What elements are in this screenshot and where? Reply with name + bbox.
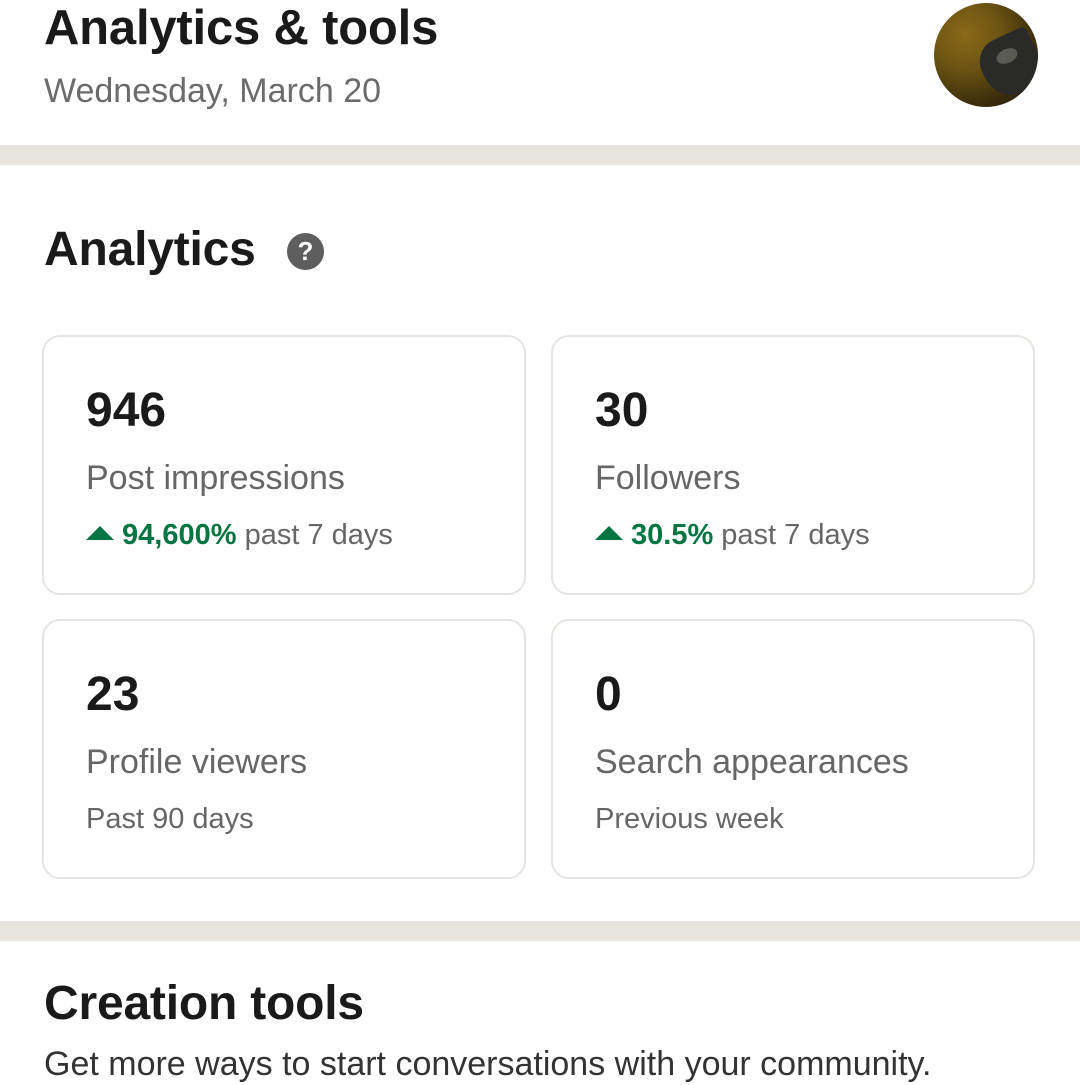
creation-tools-title: Creation tools xyxy=(44,977,364,1030)
card-label: Followers xyxy=(595,459,741,497)
card-period: past 7 days xyxy=(244,519,393,551)
page-title: Analytics & tools xyxy=(44,1,439,55)
card-value: 30 xyxy=(595,384,649,437)
card-trend-line: 94,600% past 7 days xyxy=(86,517,393,553)
section-divider xyxy=(0,145,1080,165)
analytics-card-search-appearances[interactable]: 0 Search appearances Previous week xyxy=(551,619,1035,879)
card-period: Previous week xyxy=(595,803,784,835)
card-label: Search appearances xyxy=(595,743,909,781)
card-trend-line: 30.5% past 7 days xyxy=(595,517,870,553)
card-trend-value: 30.5% xyxy=(631,519,714,551)
question-circle-icon[interactable]: ? xyxy=(287,233,324,270)
card-value: 946 xyxy=(86,384,167,437)
analytics-section-title: Analytics xyxy=(44,223,256,276)
trend-up-icon xyxy=(86,526,114,540)
analytics-card-followers[interactable]: 30 Followers 30.5% past 7 days xyxy=(551,335,1035,595)
card-label: Post impressions xyxy=(86,459,345,497)
card-trend-value: 94,600% xyxy=(122,519,237,551)
card-value: 0 xyxy=(595,668,622,721)
trend-up-icon xyxy=(595,526,623,540)
avatar[interactable] xyxy=(934,3,1038,107)
analytics-card-profile-viewers[interactable]: 23 Profile viewers Past 90 days xyxy=(42,619,526,879)
page-date: Wednesday, March 20 xyxy=(44,72,382,110)
section-divider xyxy=(0,921,1080,941)
card-period: Past 90 days xyxy=(86,803,254,835)
avatar-photo-shape xyxy=(972,25,1038,105)
creation-tools-description: Get more ways to start conversations wit… xyxy=(44,1045,932,1083)
card-period: past 7 days xyxy=(721,519,870,551)
card-value: 23 xyxy=(86,668,140,721)
page-header: Analytics & tools Wednesday, March 20 xyxy=(0,0,1080,145)
card-label: Profile viewers xyxy=(86,743,308,781)
analytics-card-post-impressions[interactable]: 946 Post impressions 94,600% past 7 days xyxy=(42,335,526,595)
